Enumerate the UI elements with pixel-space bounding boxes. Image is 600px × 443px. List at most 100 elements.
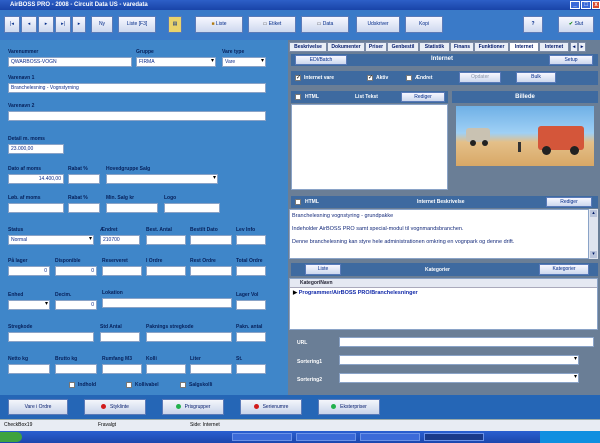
bestilt-field[interactable]: [146, 235, 186, 245]
tab-genbestil[interactable]: Genbestil: [387, 42, 419, 52]
tab-internet-2[interactable]: Internet: [539, 42, 569, 52]
aktiv-checkbox[interactable]: ✓: [367, 75, 373, 81]
kollivabel-checkbox[interactable]: [126, 382, 132, 388]
reserveret-field[interactable]: [102, 266, 142, 276]
decim-field[interactable]: 0: [55, 300, 97, 310]
lager-vol-field[interactable]: [236, 300, 266, 310]
kolli-field[interactable]: [146, 364, 186, 374]
tab-internet[interactable]: Internet: [509, 42, 539, 52]
tab-dokumenter[interactable]: Dokumenter: [327, 42, 365, 52]
start-button[interactable]: [0, 432, 22, 442]
scroll-up-icon[interactable]: ▴: [590, 210, 597, 217]
tab-priser[interactable]: Priser: [365, 42, 387, 52]
close-button[interactable]: x: [592, 1, 600, 9]
sortering1-select[interactable]: [339, 355, 579, 365]
serienumre-button[interactable]: Serienumre: [240, 399, 302, 415]
varetype-select[interactable]: Vare: [222, 57, 266, 67]
last-record-button[interactable]: ▸|: [55, 16, 71, 33]
exit-button[interactable]: ✔ Slut: [558, 16, 594, 33]
levinfo-field[interactable]: [236, 235, 266, 245]
taskbar-item[interactable]: [232, 433, 292, 441]
table-row[interactable]: ▶ Programmer/AirBOSS PRO/Branchelesninge…: [290, 289, 597, 298]
varenummer-field[interactable]: QWARBOSS-VOGN: [8, 57, 132, 67]
internet-description[interactable]: Branchelesning vognstyring - grundpakke …: [289, 209, 589, 259]
tab-finans[interactable]: Finans: [450, 42, 474, 52]
status-select[interactable]: Normal: [8, 235, 94, 245]
lokation-field[interactable]: [102, 298, 232, 308]
list-button[interactable]: ■ Liste: [195, 16, 243, 33]
std-antal-field[interactable]: [100, 332, 140, 342]
next-record-button[interactable]: ▸: [38, 16, 54, 33]
opdater-button[interactable]: Opdater: [459, 72, 501, 83]
html2-checkbox[interactable]: [295, 199, 301, 205]
prev-record-button[interactable]: ◂: [21, 16, 37, 33]
pakn-antal-field[interactable]: [236, 332, 266, 342]
label-button[interactable]: ▭ Etiket: [248, 16, 296, 33]
minimize-button[interactable]: _: [570, 1, 580, 9]
eksterpriser-button[interactable]: Eksterpriser: [318, 399, 380, 415]
salgskolli-checkbox[interactable]: [180, 382, 186, 388]
aendret-field[interactable]: 210700: [100, 235, 140, 245]
vare-ordre-button[interactable]: Vare i Ordre: [8, 399, 68, 415]
iordre-field[interactable]: [146, 266, 186, 276]
scroll-down-icon[interactable]: ▾: [590, 251, 597, 258]
enhed-select[interactable]: [8, 300, 50, 310]
st-field[interactable]: [236, 364, 266, 374]
url-field[interactable]: [339, 337, 594, 347]
indhold-checkbox[interactable]: [69, 382, 75, 388]
rumfang-field[interactable]: [102, 364, 142, 374]
styklinte-button[interactable]: Styklinte: [84, 399, 146, 415]
edi-batch-button[interactable]: EDI/Batch: [295, 55, 347, 65]
tab-scroll-left[interactable]: ◂: [570, 42, 578, 52]
tab-scroll-right[interactable]: ▸: [578, 42, 586, 52]
extra-nav-button[interactable]: ▸: [72, 16, 86, 33]
kostpris-field[interactable]: [8, 203, 64, 213]
rabat2-field[interactable]: [68, 203, 100, 213]
kategori-grid[interactable]: KategoriNavn ▶ Programmer/AirBOSS PRO/Br…: [289, 278, 598, 330]
new-button[interactable]: Ny: [91, 16, 113, 33]
taskbar-item[interactable]: [296, 433, 356, 441]
setup-button[interactable]: Setup: [549, 55, 593, 65]
stregkode-field[interactable]: [8, 332, 94, 342]
tab-funktioner[interactable]: Funktioner: [474, 42, 509, 52]
liste-button[interactable]: Liste: [305, 264, 341, 275]
copy-button[interactable]: Kopi: [405, 16, 443, 33]
help-button[interactable]: ?: [523, 16, 543, 33]
internet-vare-checkbox[interactable]: ✓: [295, 75, 301, 81]
sortering2-select[interactable]: [339, 373, 579, 383]
tab-beskrivelse[interactable]: Beskrivelse: [289, 42, 327, 52]
kategorier-button[interactable]: Kategorier: [539, 264, 589, 275]
brutto-field[interactable]: [55, 364, 97, 374]
rest-ordre-field[interactable]: [190, 266, 232, 276]
taskbar-item-active[interactable]: [424, 433, 484, 441]
list-f3-button[interactable]: Liste [F3]: [118, 16, 156, 33]
maximize-button[interactable]: □: [581, 1, 591, 9]
desc-scrollbar[interactable]: ▴ ▾: [589, 209, 598, 259]
data-button[interactable]: ▭ Data: [301, 16, 349, 33]
hovedgruppe-select[interactable]: [106, 174, 218, 184]
detail-field[interactable]: 23.000,00: [8, 144, 64, 154]
paknings-field[interactable]: [146, 332, 232, 342]
prisgrupper-button[interactable]: Prisgrupper: [162, 399, 224, 415]
logo-field[interactable]: [164, 203, 220, 213]
liter-field[interactable]: [190, 364, 232, 374]
taskbar-item[interactable]: [360, 433, 420, 441]
print-button[interactable]: Udskriver: [356, 16, 400, 33]
bulk-button[interactable]: Bulk: [516, 72, 556, 83]
rabat-field[interactable]: [68, 174, 100, 184]
dato-field[interactable]: 14.400,00: [8, 174, 64, 184]
aendret-checkbox[interactable]: [406, 75, 412, 81]
rediger-button[interactable]: Rediger: [401, 92, 445, 102]
netto-field[interactable]: [8, 364, 50, 374]
tab-statistik[interactable]: Statistik: [419, 42, 450, 52]
paalager-field[interactable]: 0: [8, 266, 50, 276]
bestilt-dato-field[interactable]: [190, 235, 232, 245]
min-salg-field[interactable]: [106, 203, 158, 213]
disponible-field[interactable]: 0: [55, 266, 97, 276]
gruppe-select[interactable]: FIRMA: [136, 57, 216, 67]
listtext-area[interactable]: [291, 104, 448, 190]
first-record-button[interactable]: |◂: [4, 16, 20, 33]
varenavn1-field[interactable]: Branchelesning - Vognstyrning: [8, 83, 266, 93]
folder-icon[interactable]: ▤: [168, 16, 182, 33]
rediger2-button[interactable]: Rediger: [546, 197, 592, 207]
